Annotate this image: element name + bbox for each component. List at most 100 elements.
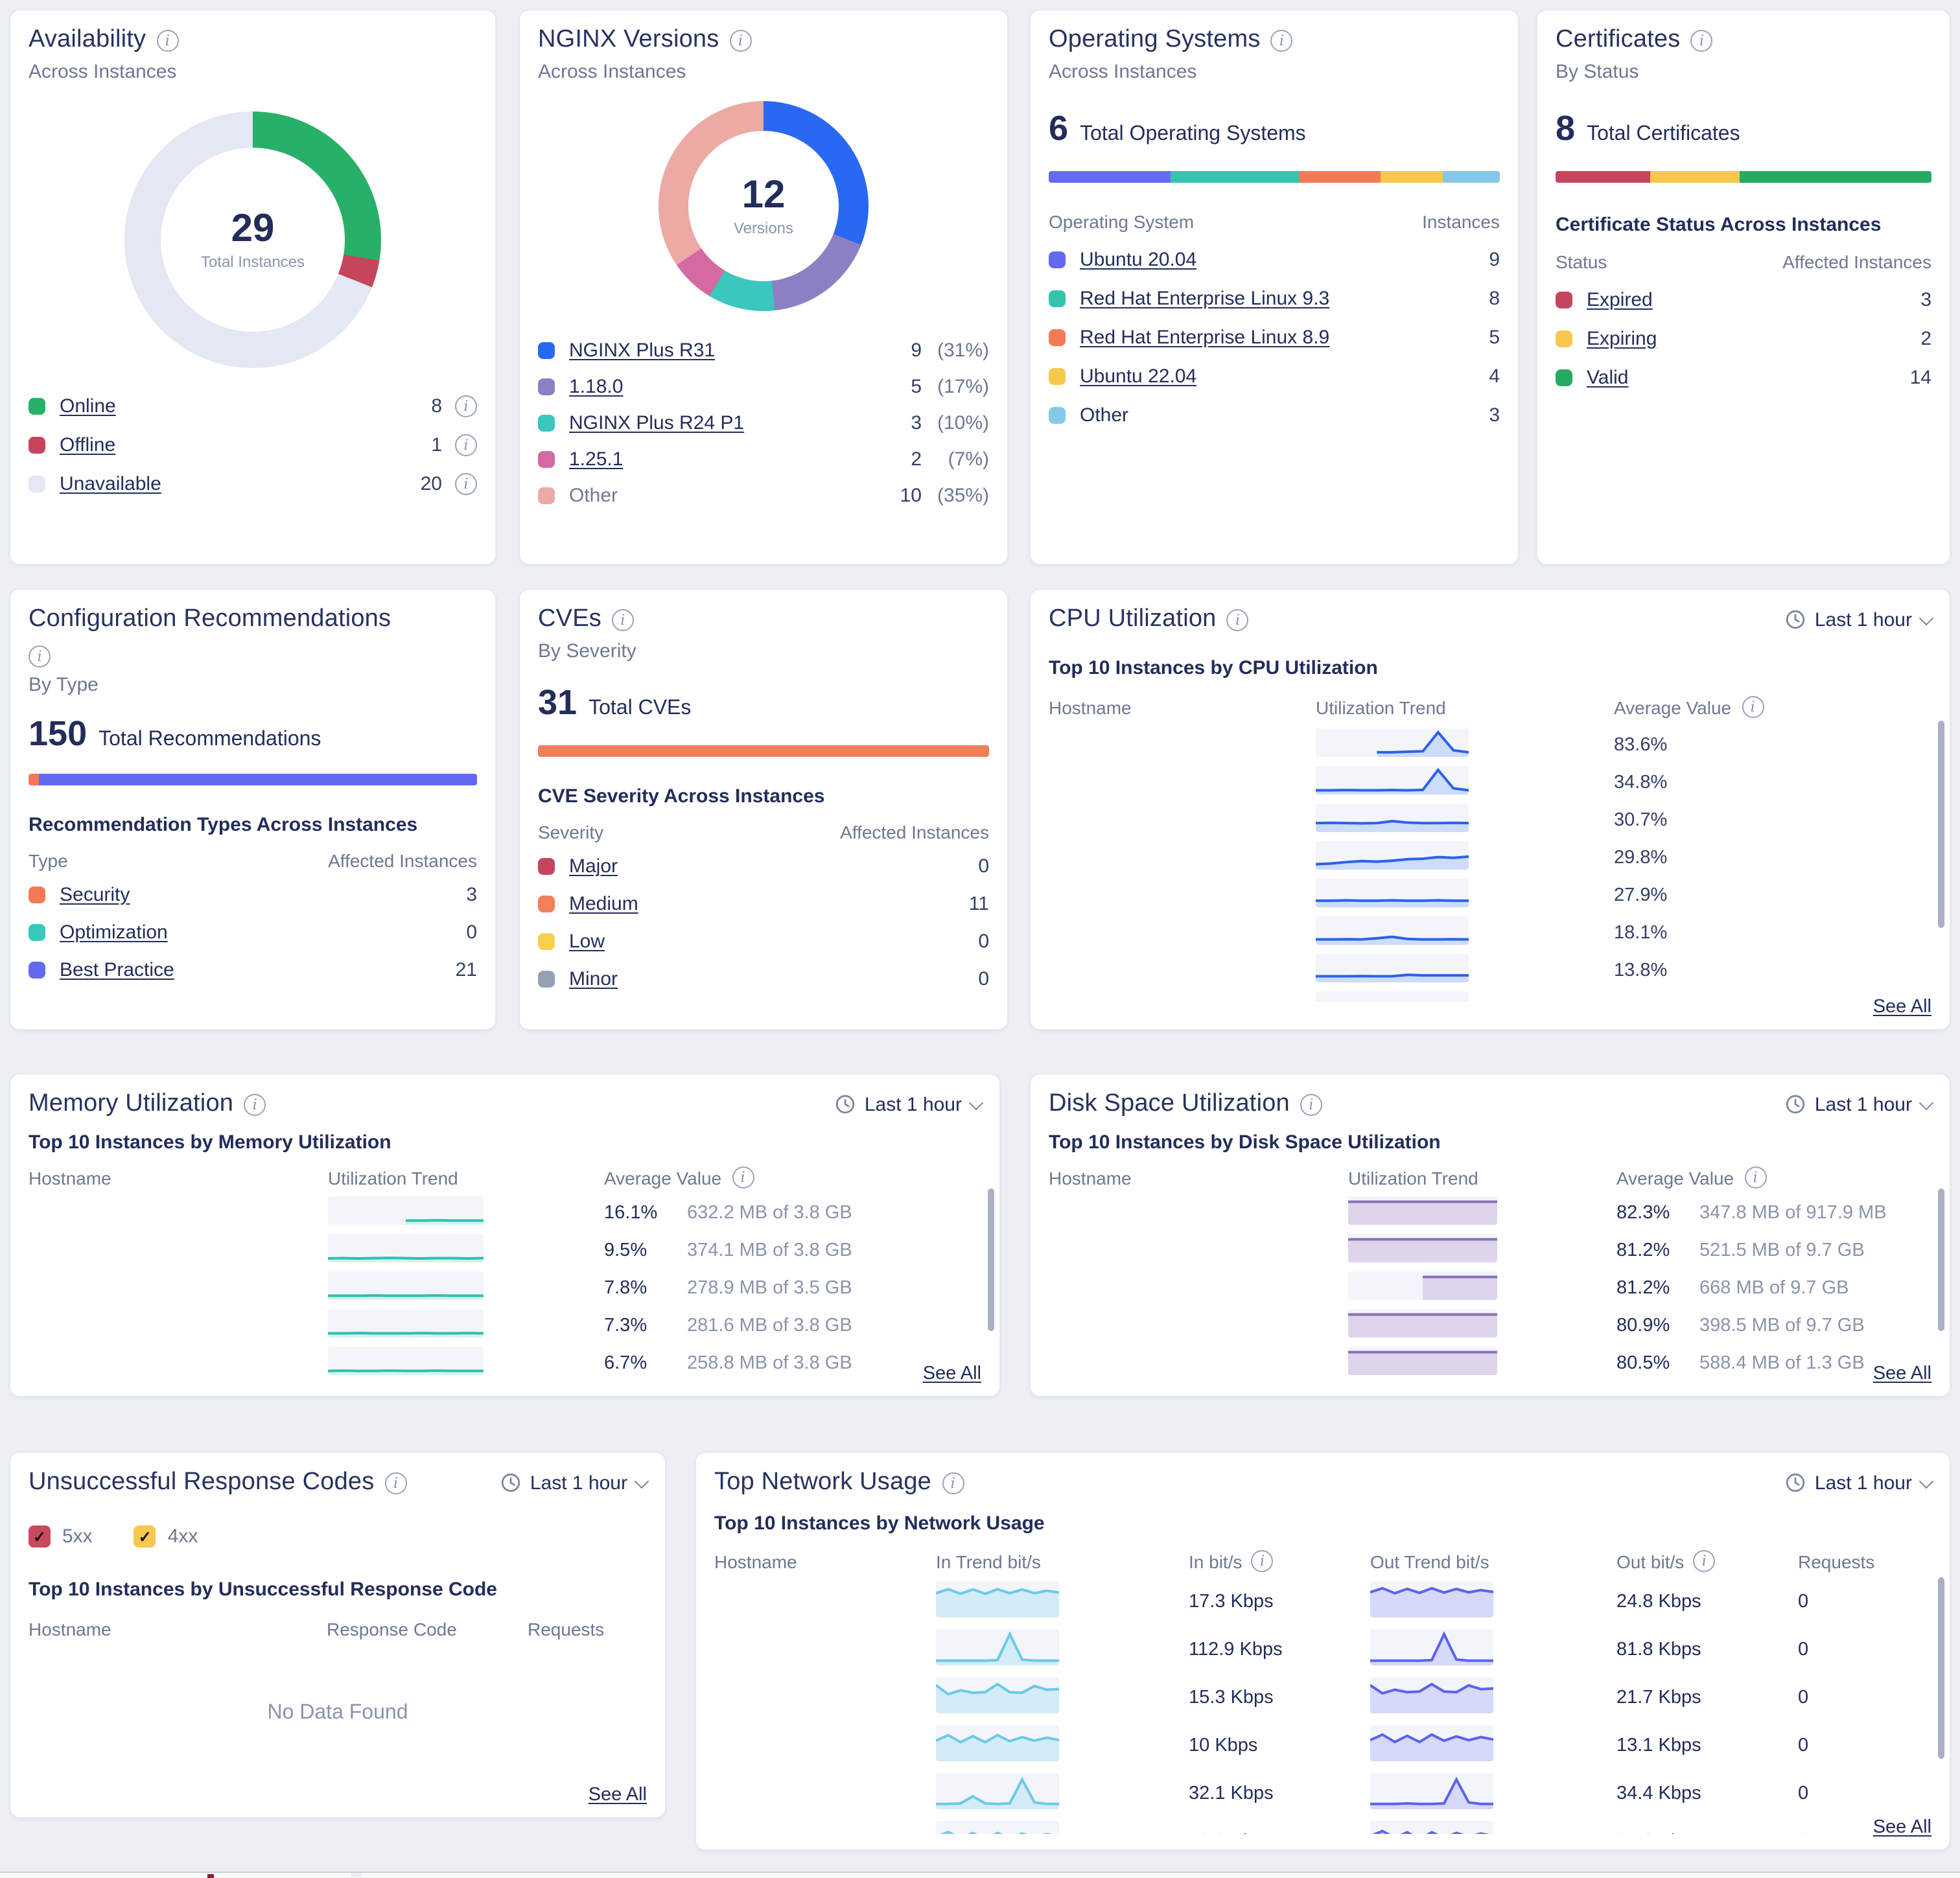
unavailable-link[interactable]: Unavailable — [60, 472, 161, 494]
cpu-time-range-dropdown[interactable]: Last 1 hour — [1785, 609, 1931, 631]
filter-5xx-checkbox[interactable]: ✓ 5xx — [29, 1525, 93, 1548]
os-swatch — [1049, 329, 1066, 345]
os-count: 3 — [1489, 404, 1500, 426]
network-row: 10 Kbps 13.1 Kbps 0 — [714, 1721, 1931, 1769]
info-icon[interactable]: i — [384, 1472, 406, 1494]
memory-pct: 16.1% — [604, 1202, 687, 1223]
bar-segment — [1381, 171, 1443, 183]
info-icon[interactable]: i — [1744, 1166, 1766, 1188]
cpu-sparkline — [1316, 765, 1469, 794]
memory-see-all-link[interactable]: See All — [923, 1363, 981, 1384]
legend-row: Unavailable 20 i — [29, 464, 477, 503]
major-count: 0 — [978, 855, 989, 877]
response-codes-see-all-link[interactable]: See All — [589, 1785, 647, 1805]
cpu-section-title: Top 10 Instances by CPU Utilization — [1049, 657, 1931, 679]
memory-time-range-dropdown[interactable]: Last 1 hour — [835, 1093, 981, 1115]
availability-card: Availability i Across Instances 29 Total… — [9, 9, 496, 565]
info-icon[interactable]: i — [1271, 29, 1293, 51]
time-range-label: Last 1 hour — [1815, 1093, 1912, 1115]
info-icon[interactable]: i — [942, 1472, 964, 1494]
info-icon[interactable]: i — [455, 472, 477, 494]
memory-row: 6.7% 258.8 MB of 3.8 GB — [29, 1344, 981, 1382]
recommendations-stacked-bar — [29, 774, 477, 785]
cpu-see-all-link[interactable]: See All — [1873, 997, 1931, 1017]
expired-swatch — [1556, 291, 1572, 308]
info-icon[interactable]: i — [455, 434, 477, 456]
info-icon[interactable]: i — [1742, 696, 1764, 718]
hostname-col-header: Hostname — [29, 1619, 327, 1640]
vertical-scrollbar[interactable] — [1938, 1577, 1944, 1759]
os-count: 8 — [1489, 287, 1500, 309]
card-title: CPU Utilization — [1049, 605, 1217, 634]
info-icon[interactable]: i — [156, 29, 178, 51]
vertical-scrollbar[interactable] — [1938, 721, 1944, 928]
network-section-title: Top 10 Instances by Network Usage — [714, 1513, 1931, 1535]
security-link[interactable]: Security — [60, 884, 130, 906]
offline-link[interactable]: Offline — [60, 434, 115, 456]
card-subtitle: By Status — [1556, 61, 1931, 83]
online-link[interactable]: Online — [60, 395, 116, 417]
certificate-row: Valid 14 — [1556, 358, 1931, 397]
network-see-all-link[interactable]: See All — [1873, 1817, 1931, 1838]
info-icon[interactable]: i — [244, 1093, 266, 1115]
info-icon[interactable]: i — [732, 1166, 754, 1188]
major-link[interactable]: Major — [569, 855, 618, 877]
os-link[interactable]: Ubuntu 20.04 — [1080, 248, 1196, 270]
out-bits-value: 13.1 Kbps — [1616, 1735, 1798, 1756]
version-count: 5 — [878, 375, 922, 397]
expired-link[interactable]: Expired — [1587, 288, 1653, 310]
legend-row: 1.18.0 5 (17%) — [538, 368, 989, 404]
info-icon[interactable]: i — [1300, 1093, 1322, 1115]
disk-time-range-dropdown[interactable]: Last 1 hour — [1785, 1093, 1931, 1115]
check-icon: ✓ — [139, 1527, 152, 1546]
os-link[interactable]: Red Hat Enterprise Linux 8.9 — [1080, 326, 1329, 348]
info-icon[interactable]: i — [29, 645, 51, 667]
legend-row: Online 8 i — [29, 386, 477, 425]
chevron-down-icon — [969, 1095, 984, 1110]
recommendation-row: Security 3 — [29, 876, 477, 914]
version-count: 9 — [878, 339, 922, 361]
os-link[interactable]: Red Hat Enterprise Linux 9.3 — [1080, 287, 1329, 309]
disk-section-title: Top 10 Instances by Disk Space Utilizati… — [1049, 1131, 1931, 1153]
low-link[interactable]: Low — [569, 931, 605, 953]
version-link[interactable]: NGINX Plus R24 P1 — [569, 412, 744, 434]
versions-value: 12 — [742, 176, 786, 216]
medium-link[interactable]: Medium — [569, 893, 638, 915]
cpu-avg-value: 34.8% — [1614, 772, 1667, 793]
response-codes-time-range-dropdown[interactable]: Last 1 hour — [500, 1472, 647, 1494]
optimization-link[interactable]: Optimization — [60, 922, 168, 944]
version-link[interactable]: 1.25.1 — [569, 448, 623, 470]
disk-see-all-link[interactable]: See All — [1873, 1363, 1931, 1384]
info-icon[interactable]: i — [612, 609, 634, 631]
vertical-scrollbar[interactable] — [1938, 1188, 1944, 1331]
os-link[interactable]: Ubuntu 22.04 — [1080, 365, 1196, 387]
disk-pct: 80.9% — [1616, 1315, 1699, 1336]
network-time-range-dropdown[interactable]: Last 1 hour — [1785, 1472, 1931, 1494]
cpu-avg-value: 27.9% — [1614, 885, 1667, 905]
card-subtitle: Across Instances — [1049, 61, 1500, 83]
version-link[interactable]: 1.18.0 — [569, 375, 623, 397]
network-row: 112.9 Kbps 81.8 Kbps 0 — [714, 1625, 1931, 1673]
info-icon[interactable]: i — [1252, 1550, 1274, 1572]
card-title: Certificates — [1556, 26, 1680, 54]
unavailable-swatch — [29, 475, 45, 492]
info-icon[interactable]: i — [1690, 29, 1712, 51]
checkbox-5xx: ✓ — [29, 1525, 51, 1548]
bar-segment — [38, 774, 477, 785]
minor-link[interactable]: Minor — [569, 968, 618, 990]
check-icon: ✓ — [33, 1527, 46, 1546]
best-practice-link[interactable]: Best Practice — [60, 959, 174, 981]
medium-swatch — [538, 896, 555, 912]
memory-detail: 258.8 MB of 3.8 GB — [687, 1352, 852, 1373]
info-icon[interactable]: i — [455, 395, 477, 417]
out-trend-sparkline — [1370, 1676, 1493, 1713]
expiring-link[interactable]: Expiring — [1587, 327, 1657, 349]
info-icon[interactable]: i — [729, 29, 751, 51]
info-icon[interactable]: i — [1227, 609, 1249, 631]
version-link[interactable]: NGINX Plus R31 — [569, 339, 715, 361]
valid-link[interactable]: Valid — [1587, 366, 1629, 388]
memory-section-title: Top 10 Instances by Memory Utilization — [29, 1131, 981, 1153]
filter-4xx-checkbox[interactable]: ✓ 4xx — [134, 1525, 198, 1548]
vertical-scrollbar[interactable] — [988, 1188, 994, 1331]
info-icon[interactable]: i — [1693, 1550, 1715, 1572]
